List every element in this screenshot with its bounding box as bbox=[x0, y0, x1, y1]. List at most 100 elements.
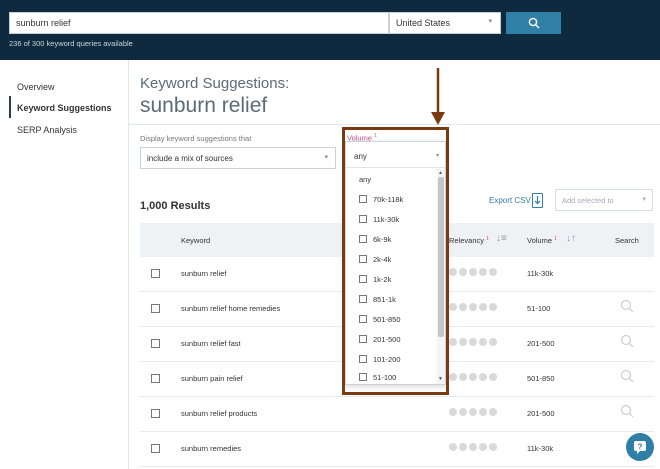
annotation-arrow-icon bbox=[431, 68, 445, 125]
download-icon[interactable] bbox=[532, 193, 543, 208]
row-volume: 501-850 bbox=[527, 374, 555, 383]
scroll-up-icon[interactable]: ▲ bbox=[438, 170, 443, 176]
sources-select-value: include a mix of sources bbox=[147, 154, 233, 163]
keyword-search-input[interactable]: sunburn relief bbox=[9, 12, 389, 34]
volume-dropdown: any ▾ any 70k-118k 11k-30k 6k-9k 2k-4k 1… bbox=[345, 141, 446, 385]
volume-option-checkbox[interactable] bbox=[359, 295, 367, 303]
search-button[interactable] bbox=[506, 12, 561, 34]
help-icon: ? bbox=[634, 441, 646, 454]
dropdown-scrollbar-thumb[interactable] bbox=[438, 177, 444, 337]
volume-option[interactable]: 11k-30k bbox=[346, 209, 436, 229]
sidebar: Overview Keyword Suggestions SERP Analys… bbox=[0, 60, 128, 469]
volume-option-checkbox[interactable] bbox=[359, 275, 367, 283]
row-volume: 201-500 bbox=[527, 339, 555, 348]
volume-dropdown-value: any bbox=[354, 152, 367, 161]
row-volume: 51-100 bbox=[527, 304, 551, 313]
search-icon[interactable] bbox=[620, 334, 634, 348]
row-checkbox[interactable] bbox=[151, 339, 160, 348]
volume-option[interactable]: 51-100 bbox=[346, 367, 436, 387]
table-row: sunburn remedies 11k-30k bbox=[140, 432, 654, 467]
row-checkbox[interactable] bbox=[151, 304, 160, 313]
svg-text:?: ? bbox=[638, 443, 643, 452]
row-keyword[interactable]: sunburn relief bbox=[181, 269, 226, 278]
volume-option[interactable]: 70k-118k bbox=[346, 189, 436, 209]
volume-footnote: 1 bbox=[554, 236, 557, 242]
scroll-down-icon[interactable]: ▼ bbox=[438, 376, 443, 382]
column-header-volume[interactable]: Volume 1 bbox=[527, 236, 557, 245]
volume-option-checkbox[interactable] bbox=[359, 315, 367, 323]
volume-option[interactable]: 6k-9k bbox=[346, 229, 436, 249]
quota-text: 236 of 300 keyword queries available bbox=[9, 39, 133, 48]
relevancy-dots bbox=[449, 443, 497, 451]
sort-relevancy-icon[interactable]: ↓≡ bbox=[496, 233, 507, 244]
column-header-relevancy-label: Relevancy bbox=[449, 236, 485, 245]
row-volume: 11k-30k bbox=[527, 444, 554, 453]
volume-option-checkbox[interactable] bbox=[359, 335, 367, 343]
column-header-volume-label: Volume bbox=[527, 236, 553, 245]
search-icon[interactable] bbox=[620, 404, 634, 418]
volume-option[interactable]: 1k-2k bbox=[346, 269, 436, 289]
volume-dropdown-toggle[interactable]: any ▾ bbox=[346, 142, 445, 168]
help-chat-button[interactable]: ? bbox=[626, 433, 654, 461]
relevancy-dots bbox=[449, 338, 497, 346]
sidebar-item-serp-analysis[interactable]: SERP Analysis bbox=[17, 125, 77, 135]
row-checkbox[interactable] bbox=[151, 374, 160, 383]
chevron-down-icon: ▾ bbox=[435, 153, 439, 159]
volume-option-checkbox[interactable] bbox=[359, 255, 367, 263]
relevancy-dots bbox=[449, 408, 497, 416]
sidebar-divider bbox=[128, 60, 129, 469]
add-selected-placeholder: Add selected to bbox=[562, 196, 614, 205]
volume-option-label: 51-100 bbox=[373, 373, 397, 382]
relevancy-footnote: 1 bbox=[486, 236, 489, 242]
sort-volume-icon[interactable]: ↓↑ bbox=[566, 233, 576, 244]
country-select-value: United States bbox=[396, 18, 451, 28]
search-icon[interactable] bbox=[620, 299, 634, 313]
row-keyword[interactable]: sunburn relief home remedies bbox=[181, 304, 280, 313]
volume-option-label: 101-200 bbox=[373, 355, 401, 364]
volume-option-label: 70k-118k bbox=[373, 195, 404, 204]
volume-option-any[interactable]: any bbox=[359, 175, 371, 184]
volume-option-label: 201-500 bbox=[373, 335, 401, 344]
row-checkbox[interactable] bbox=[151, 269, 160, 278]
volume-option-label: 2k-4k bbox=[373, 255, 392, 264]
chevron-down-icon: ▾ bbox=[488, 18, 492, 25]
search-icon bbox=[528, 17, 539, 29]
row-keyword[interactable]: sunburn relief fast bbox=[181, 339, 241, 348]
relevancy-dots bbox=[449, 303, 497, 311]
volume-option-checkbox[interactable] bbox=[359, 355, 367, 363]
sidebar-active-indicator bbox=[9, 96, 11, 118]
sidebar-item-overview[interactable]: Overview bbox=[17, 82, 55, 92]
volume-option[interactable]: 851-1k bbox=[346, 289, 436, 309]
volume-option[interactable]: 2k-4k bbox=[346, 249, 436, 269]
volume-option-checkbox[interactable] bbox=[359, 215, 367, 223]
volume-option[interactable]: 201-500 bbox=[346, 329, 436, 349]
filter-label: Display keyword suggestions that bbox=[140, 134, 252, 143]
top-bar: sunburn relief United States ▾ 236 of 30… bbox=[0, 0, 660, 60]
volume-option-checkbox[interactable] bbox=[359, 235, 367, 243]
sidebar-item-keyword-suggestions[interactable]: Keyword Suggestions bbox=[17, 103, 112, 113]
relevancy-dots bbox=[449, 268, 497, 276]
row-keyword[interactable]: sunburn pain relief bbox=[181, 374, 243, 383]
volume-option-label: 851-1k bbox=[373, 295, 396, 304]
volume-option-checkbox[interactable] bbox=[359, 195, 367, 203]
row-volume: 201-500 bbox=[527, 409, 555, 418]
relevancy-dots bbox=[449, 373, 497, 381]
row-checkbox[interactable] bbox=[151, 409, 160, 418]
row-volume: 11k-30k bbox=[527, 269, 554, 278]
chevron-down-icon: ▾ bbox=[324, 154, 328, 161]
results-count: 1,000 Results bbox=[140, 200, 211, 212]
export-csv-link[interactable]: Export CSV bbox=[489, 196, 531, 205]
chevron-down-icon: ▾ bbox=[642, 196, 646, 203]
volume-option[interactable]: 101-200 bbox=[346, 349, 436, 369]
add-selected-select[interactable]: Add selected to ▾ bbox=[555, 189, 653, 211]
country-select[interactable]: United States ▾ bbox=[389, 12, 501, 34]
sources-select[interactable]: include a mix of sources ▾ bbox=[140, 147, 336, 169]
search-icon[interactable] bbox=[620, 369, 634, 383]
volume-option-label: 501-850 bbox=[373, 315, 401, 324]
row-keyword[interactable]: sunburn relief products bbox=[181, 409, 257, 418]
row-keyword[interactable]: sunburn remedies bbox=[181, 444, 241, 453]
row-checkbox[interactable] bbox=[151, 444, 160, 453]
volume-option-checkbox[interactable] bbox=[359, 373, 367, 381]
volume-option[interactable]: 501-850 bbox=[346, 309, 436, 329]
column-header-relevancy[interactable]: Relevancy 1 bbox=[449, 236, 489, 245]
